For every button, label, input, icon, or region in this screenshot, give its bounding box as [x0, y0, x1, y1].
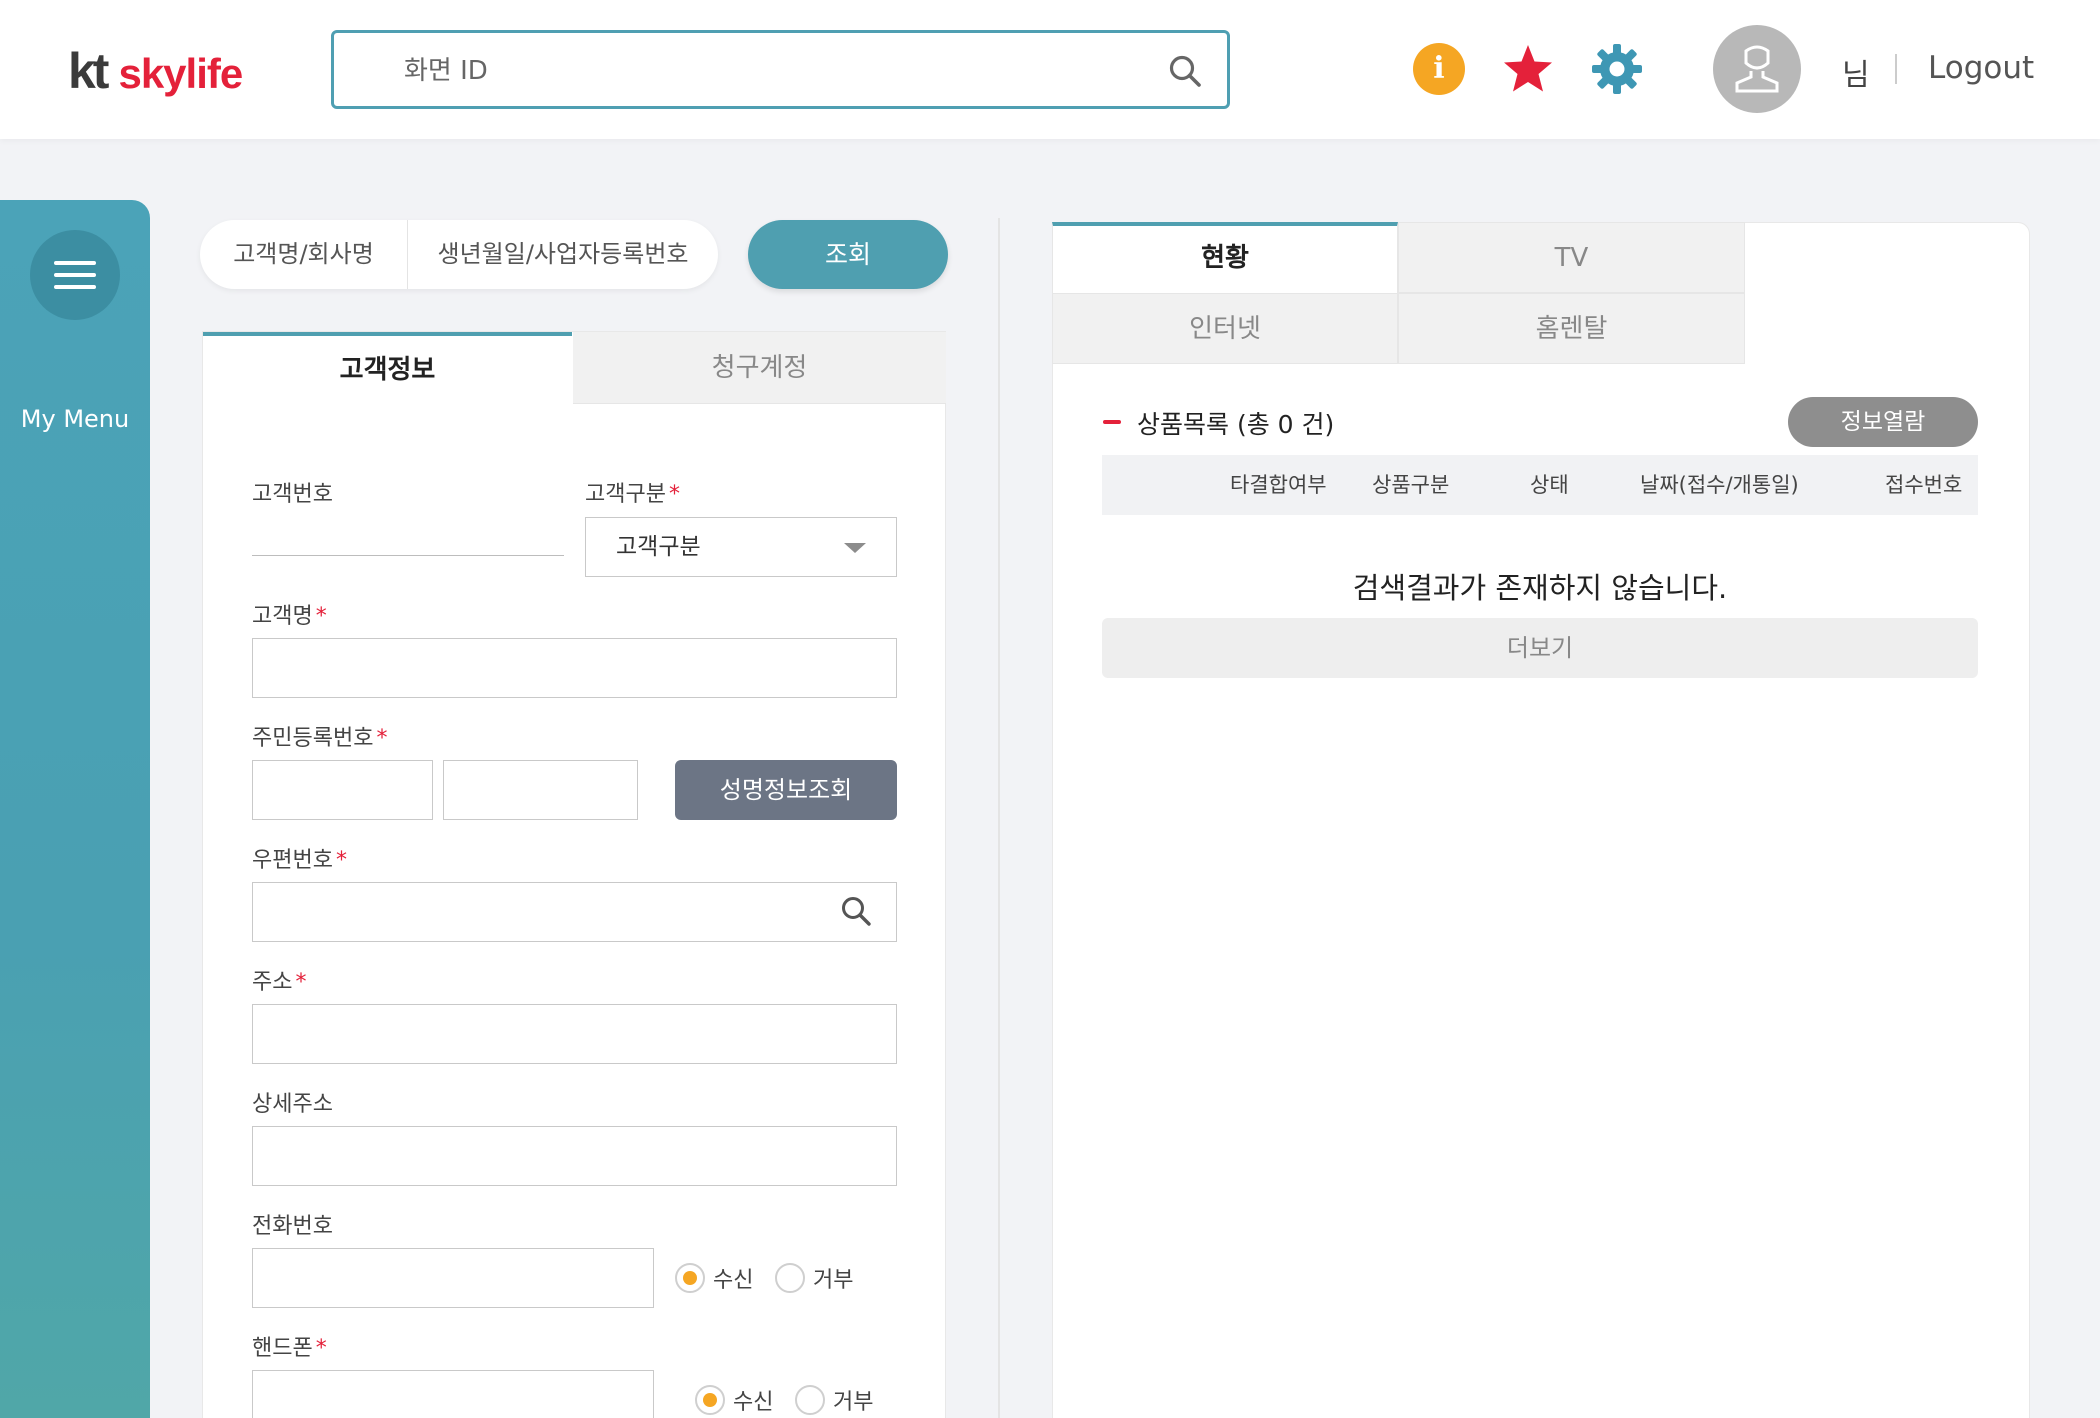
search-tab-birth-bizno[interactable]: 생년월일/사업자등록번호	[408, 220, 718, 289]
customer-no-field[interactable]	[252, 510, 564, 556]
user-avatar[interactable]	[1713, 25, 1801, 113]
logout-link[interactable]: Logout	[1928, 50, 2034, 86]
customer-type-select[interactable]: 고객구분	[585, 517, 897, 577]
search-tab-customer-name[interactable]: 고객명/회사명	[200, 220, 408, 289]
query-button[interactable]: 조회	[748, 220, 948, 289]
rrn-front-input[interactable]	[252, 760, 433, 820]
customer-type-value: 고객구분	[616, 534, 701, 560]
radio-label: 거부	[833, 1390, 874, 1415]
rrn-label: 주민등록번호 *	[252, 726, 388, 751]
tab-internet[interactable]: 인터넷	[1052, 293, 1398, 364]
kt-skylife-logo[interactable]: kt skylife	[68, 42, 243, 99]
mobile-reject-radio[interactable]: 거부	[795, 1384, 873, 1416]
address-label: 주소 *	[252, 970, 307, 995]
tab-billing-account[interactable]: 청구계정	[573, 332, 946, 404]
phone-input[interactable]	[252, 1248, 654, 1308]
zip-label: 우편번호 *	[252, 848, 347, 873]
left-sidebar: My Menu	[0, 200, 150, 1418]
address-input[interactable]	[252, 1004, 897, 1064]
radio-unchecked-icon	[795, 1385, 825, 1415]
section-marker	[1103, 420, 1121, 424]
radio-checked-icon	[675, 1263, 705, 1293]
logo-kt-text: kt	[68, 43, 110, 99]
customer-name-input[interactable]	[252, 638, 897, 698]
address-detail-label: 상세주소	[252, 1092, 333, 1117]
customer-search-tabs: 고객명/회사명 생년월일/사업자등록번호	[200, 220, 718, 289]
search-icon[interactable]	[840, 895, 872, 927]
hamburger-line	[54, 285, 96, 289]
radio-label: 수신	[733, 1390, 774, 1415]
radio-unchecked-icon	[775, 1263, 805, 1293]
col-header-bundle: 타결합여부	[1230, 473, 1327, 497]
logo-skylife-text: skylife	[118, 50, 243, 97]
rrn-back-input[interactable]	[443, 760, 638, 820]
empty-result-message: 검색결과가 존재하지 않습니다.	[1352, 571, 1728, 605]
top-header: kt skylife i	[0, 0, 2100, 139]
mobile-input[interactable]	[252, 1370, 654, 1418]
address-detail-input[interactable]	[252, 1126, 897, 1186]
customer-form-panel: 고객정보 청구계정 고객번호 고객구분 * 고객구분 고객명 * 주민등록번호 * 성…	[202, 331, 946, 1418]
mobile-accept-radio[interactable]: 수신	[695, 1384, 773, 1416]
my-menu-link[interactable]: My Menu	[0, 405, 150, 433]
tab-tv[interactable]: TV	[1398, 222, 1745, 293]
mobile-label: 핸드폰 *	[252, 1336, 327, 1361]
hamburger-menu-button[interactable]	[30, 230, 120, 320]
tab-status[interactable]: 현황	[1052, 222, 1398, 293]
panel-divider	[998, 218, 1000, 1418]
info-view-button[interactable]: 정보열람	[1788, 397, 1978, 447]
col-header-product-type: 상품구분	[1372, 473, 1450, 497]
customer-no-label: 고객번호	[252, 482, 333, 507]
customer-name-label: 고객명 *	[252, 604, 327, 629]
info-icon[interactable]: i	[1413, 43, 1465, 95]
hamburger-line	[54, 273, 96, 277]
more-button[interactable]: 더보기	[1102, 618, 1978, 678]
header-separator	[1895, 54, 1897, 84]
hamburger-line	[54, 261, 96, 265]
radio-label: 수신	[713, 1268, 754, 1293]
user-icon	[1735, 45, 1779, 93]
radio-label: 거부	[813, 1268, 854, 1293]
screen-id-search	[331, 30, 1230, 109]
phone-reject-radio[interactable]: 거부	[775, 1262, 853, 1294]
star-icon[interactable]	[1502, 43, 1554, 95]
search-icon[interactable]	[1167, 53, 1203, 89]
gear-icon[interactable]	[1591, 43, 1643, 95]
tab-customer-info[interactable]: 고객정보	[203, 332, 572, 404]
zip-input[interactable]	[252, 882, 897, 942]
tab-home-rental[interactable]: 홈렌탈	[1398, 293, 1745, 364]
col-header-receipt-no: 접수번호	[1885, 473, 1963, 497]
col-header-status: 상태	[1530, 473, 1569, 497]
product-list-title: 상품목록 (총 0 건)	[1137, 410, 1335, 439]
product-table-header: 타결합여부 상품구분 상태 날짜(접수/개통일) 접수번호	[1102, 455, 1978, 515]
phone-label: 전화번호	[252, 1214, 333, 1239]
radio-checked-icon	[695, 1385, 725, 1415]
chevron-down-icon	[844, 543, 866, 553]
status-panel: 현황 TV 인터넷 홈렌탈 상품목록 (총 0 건) 정보열람 타결합여부 상품…	[1052, 222, 2030, 1418]
col-header-date: 날짜(접수/개통일)	[1640, 473, 1799, 497]
name-lookup-button[interactable]: 성명정보조회	[675, 760, 897, 820]
customer-type-label: 고객구분 *	[585, 482, 680, 507]
user-name-suffix: 님	[1842, 58, 1870, 93]
screen-id-input[interactable]	[404, 51, 1104, 91]
phone-accept-radio[interactable]: 수신	[675, 1262, 753, 1294]
